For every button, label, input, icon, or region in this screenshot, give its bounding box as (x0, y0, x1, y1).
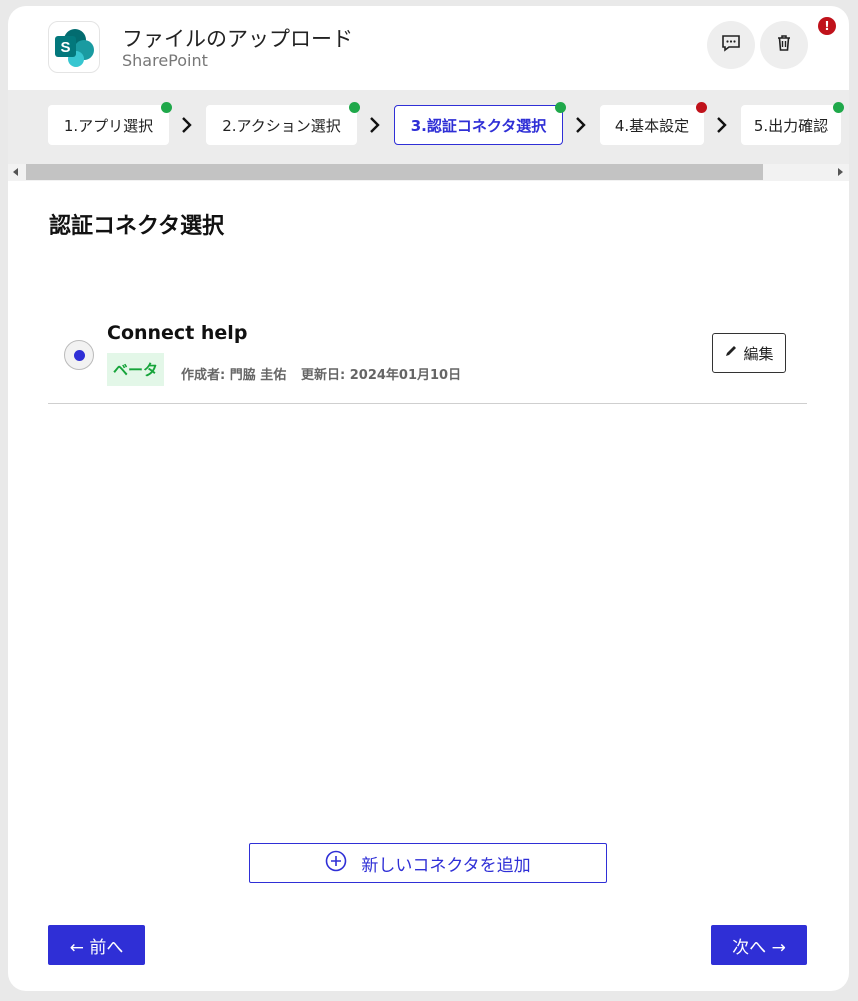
connector-author: 作成者: 門脇 圭佑 (181, 368, 287, 383)
connector-updated: 更新日: 2024年01月10日 (301, 368, 462, 383)
beta-badge: ベータ (107, 353, 165, 386)
workflow-card: S ファイルのアップロード SharePoint ! 1.アプリ選択 2.アクシ… (8, 6, 849, 991)
plus-circle-icon (325, 850, 347, 877)
add-connector-button[interactable]: 新しいコネクタを追加 (249, 843, 607, 883)
step-app-select[interactable]: 1.アプリ選択 (48, 102, 172, 145)
step-output-check[interactable]: 5.出力確認 (741, 102, 844, 145)
next-button[interactable]: 次へ → (711, 925, 807, 965)
svg-text:S: S (60, 39, 70, 56)
scrollbar-thumb[interactable] (26, 164, 763, 180)
page-title: ファイルのアップロード (122, 27, 353, 51)
alert-badge: ! (818, 17, 836, 35)
check-icon (555, 102, 566, 113)
chevron-right-icon (576, 117, 586, 133)
comment-button[interactable] (707, 21, 755, 69)
header: S ファイルのアップロード SharePoint ! (8, 6, 849, 90)
step-label: 2.アクション選択 (222, 116, 341, 135)
step-label: 1.アプリ選択 (63, 116, 154, 135)
edit-label: 編集 (743, 344, 774, 363)
section-title: 認証コネクタ選択 (49, 214, 225, 239)
pencil-icon (724, 344, 738, 362)
chevron-right-icon (370, 117, 380, 133)
chevron-right-icon (182, 117, 192, 133)
prev-button[interactable]: ← 前へ (48, 925, 145, 965)
step-label: 4.基本設定 (614, 116, 690, 135)
trash-icon (774, 33, 794, 57)
connector-radio[interactable] (64, 340, 94, 370)
chevron-right-icon (717, 117, 727, 133)
edit-button[interactable]: 編集 (712, 333, 786, 373)
check-icon (833, 102, 844, 113)
step-navigation: 1.アプリ選択 2.アクション選択 3.認証コネクタ選択 4.基本設定 5.出力… (8, 90, 849, 164)
scroll-right-arrow-icon[interactable] (838, 168, 843, 176)
connector-name: Connect help (107, 322, 248, 344)
check-icon (349, 102, 360, 113)
horizontal-scrollbar[interactable] (8, 164, 849, 181)
step-label: 3.認証コネクタ選択 (410, 116, 547, 135)
app-name: SharePoint (122, 51, 208, 70)
add-connector-label: 新しいコネクタを追加 (361, 855, 531, 876)
sharepoint-logo-icon: S (48, 21, 100, 73)
check-icon (161, 102, 172, 113)
step-auth-connector-select[interactable]: 3.認証コネクタ選択 (394, 102, 566, 145)
step-label: 5.出力確認 (753, 116, 829, 135)
step-action-select[interactable]: 2.アクション選択 (206, 102, 360, 145)
error-icon (696, 102, 707, 113)
delete-button[interactable] (760, 21, 808, 69)
scroll-left-arrow-icon[interactable] (13, 168, 18, 176)
connector-list-item[interactable]: Connect help ベータ 作成者: 門脇 圭佑 更新日: 2024年01… (48, 316, 807, 404)
step-basic-settings[interactable]: 4.基本設定 (600, 102, 707, 145)
comment-icon (721, 33, 741, 57)
